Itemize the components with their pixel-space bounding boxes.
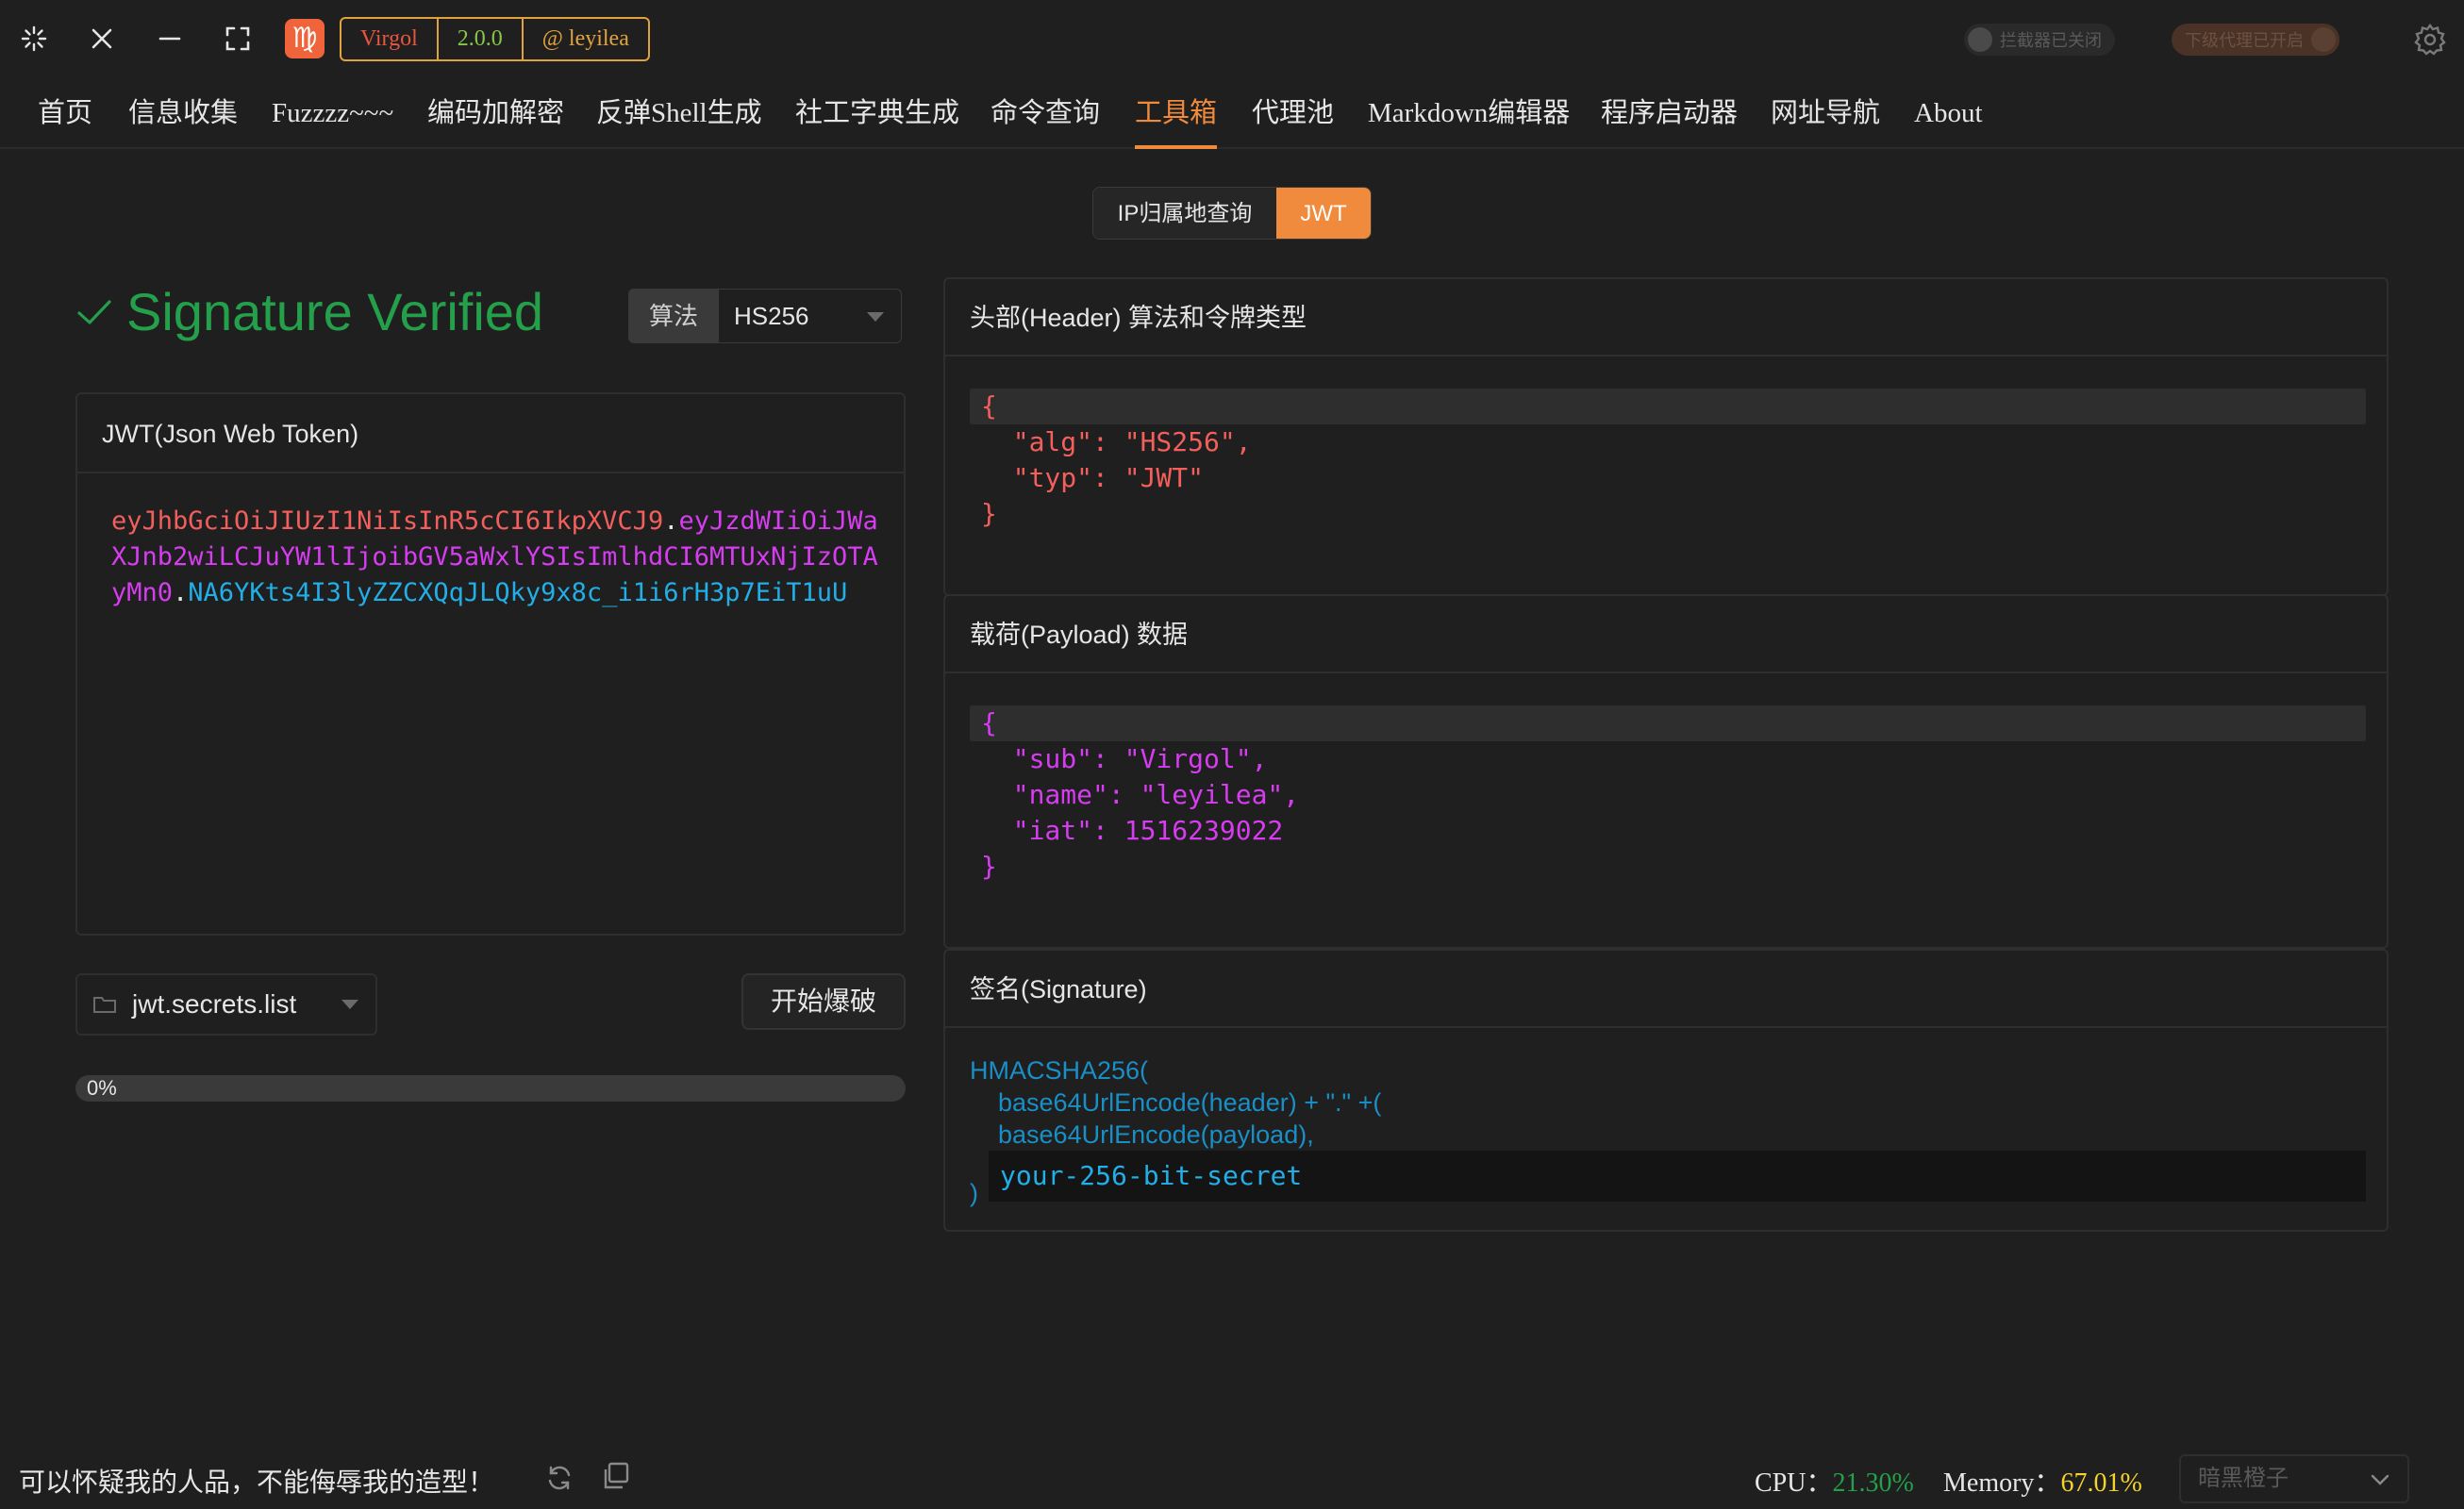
minimize-icon[interactable] <box>149 13 191 64</box>
toggle-knob <box>1968 27 1992 52</box>
json-line: } <box>981 498 997 529</box>
nav-item-encode-decode[interactable]: 编码加解密 <box>427 77 564 149</box>
status-bar: 可以怀疑我的人品，不能侮辱我的造型！ CPU：21.30% Memory：67.… <box>0 1449 2464 1509</box>
refresh-icon[interactable] <box>543 1462 575 1499</box>
jwt-token-input[interactable]: eyJhbGciOiJIUzI1NiIsInR5cCI6IkpXVCJ9.eyJ… <box>111 504 879 611</box>
signature-line-1: HMACSHA256( <box>970 1056 1149 1085</box>
downstream-proxy-toggle[interactable]: 下级代理已开启 <box>2172 24 2339 56</box>
theme-value: 暗黑橙子 <box>2198 1467 2289 1491</box>
check-icon <box>77 300 111 324</box>
cpu-usage: CPU：21.30% <box>1755 1462 1914 1500</box>
memory-label: Memory： <box>1943 1468 2061 1498</box>
app-badge: Virgol 2.0.0 @ leyilea <box>340 17 650 61</box>
json-line: { <box>970 389 2366 424</box>
nav-item-toolbox[interactable]: 工具箱 <box>1135 77 1218 149</box>
progress-label: 0% <box>87 1076 117 1100</box>
signature-formula: HMACSHA256( base64UrlEncode(header) + ".… <box>970 1054 1381 1151</box>
app-version: 2.0.0 <box>439 19 524 59</box>
jwt-token-card: JWT(Json Web Token) eyJhbGciOiJIUzI1NiIs… <box>75 392 906 936</box>
payload-json[interactable]: { "sub": "Virgol", "name": "leyilea", "i… <box>970 705 2366 885</box>
jwt-token-header: eyJhbGciOiJIUzI1NiIsInR5cCI6IkpXVCJ9 <box>111 506 664 536</box>
brute-force-progress: 0% <box>75 1075 906 1102</box>
dictionary-file-select[interactable]: jwt.secrets.list <box>75 973 377 1036</box>
nav-item-home[interactable]: 首页 <box>38 77 92 149</box>
nav-item-url-nav[interactable]: 网址导航 <box>1771 77 1880 149</box>
caret-down-icon <box>867 312 884 322</box>
dictionary-file-name: jwt.secrets.list <box>132 989 297 1019</box>
motto-text: 可以怀疑我的人品，不能侮辱我的造型！ <box>19 1468 495 1498</box>
signature-line-2: base64UrlEncode(header) + "." +( <box>998 1088 1382 1117</box>
start-brute-force-button[interactable]: 开始爆破 <box>741 973 906 1030</box>
nav-item-reverse-shell[interactable]: 反弹Shell生成 <box>596 77 762 149</box>
copy-icon[interactable] <box>600 1460 632 1497</box>
payload-card-title: 载荷(Payload) 数据 <box>945 596 2387 673</box>
cpu-label: CPU： <box>1755 1468 1833 1498</box>
tab-ip-lookup[interactable]: IP归属地查询 <box>1093 188 1276 239</box>
json-line: } <box>981 851 997 882</box>
signature-status: Signature Verified <box>75 277 543 345</box>
nav-item-info-gathering[interactable]: 信息收集 <box>128 77 238 149</box>
nav-item-social-dict[interactable]: 社工字典生成 <box>795 77 959 149</box>
signature-line-3: base64UrlEncode(payload), <box>998 1120 1314 1149</box>
nav-item-proxy-pool[interactable]: 代理池 <box>1252 77 1334 149</box>
signature-close-paren: ) <box>970 1179 978 1207</box>
algorithm-value: HS256 <box>734 302 809 330</box>
title-bar: ♍ Virgol 2.0.0 @ leyilea 拦截器已关闭 下级代理已开启 <box>0 0 2464 77</box>
jwt-header-card: 头部(Header) 算法和令牌类型 { "alg": "HS256", "ty… <box>943 277 2389 596</box>
nav-item-launcher[interactable]: 程序启动器 <box>1601 77 1738 149</box>
theme-select[interactable]: 暗黑橙子 <box>2179 1454 2409 1503</box>
json-line: "name": "leyilea", <box>981 779 1300 810</box>
jwt-signature-card: 签名(Signature) HMACSHA256( base64UrlEncod… <box>943 949 2389 1232</box>
main-nav: 首页 信息收集 Fuzzzz~~~ 编码加解密 反弹Shell生成 社工字典生成… <box>0 77 2464 149</box>
nav-item-command-lookup[interactable]: 命令查询 <box>991 77 1100 149</box>
algorithm-label: 算法 <box>628 289 719 343</box>
nav-item-fuzz[interactable]: Fuzzzz~~~ <box>272 77 393 149</box>
proxy-toggle-label: 下级代理已开启 <box>2185 31 2304 50</box>
json-line: "typ": "JWT" <box>981 462 1205 493</box>
loading-spinner-icon[interactable] <box>13 13 55 64</box>
close-icon[interactable] <box>81 13 123 64</box>
memory-usage: Memory：67.01% <box>1943 1462 2142 1500</box>
cpu-value: 21.30% <box>1832 1468 1914 1498</box>
folder-icon <box>93 997 116 1013</box>
nav-item-about[interactable]: About <box>1914 77 1983 149</box>
tab-jwt[interactable]: JWT <box>1276 188 1371 239</box>
jwt-payload-card: 载荷(Payload) 数据 { "sub": "Virgol", "name"… <box>943 594 2389 949</box>
toggle-knob <box>2311 27 2336 52</box>
app-name: Virgol <box>341 19 439 59</box>
signature-card-title: 签名(Signature) <box>945 951 2387 1028</box>
memory-value: 67.01% <box>2060 1468 2142 1498</box>
json-line: "sub": "Virgol", <box>981 743 1268 774</box>
secret-input[interactable] <box>989 1151 2366 1202</box>
header-card-title: 头部(Header) 算法和令牌类型 <box>945 279 2387 357</box>
json-line: { <box>970 705 2366 741</box>
algorithm-select[interactable]: HS256 <box>719 289 902 343</box>
app-author: @ leyilea <box>541 26 629 51</box>
caret-down-icon <box>341 1000 358 1009</box>
jwt-card-title: JWT(Json Web Token) <box>77 394 904 473</box>
signature-status-text: Signature Verified <box>126 281 544 341</box>
toolbox-tabs: IP归属地查询 JWT <box>1092 187 1372 240</box>
interceptor-toggle[interactable]: 拦截器已关闭 <box>1964 24 2115 56</box>
json-line: "iat": 1516239022 <box>981 815 1284 846</box>
chevron-down-icon <box>2371 1474 2389 1485</box>
header-json[interactable]: { "alg": "HS256", "typ": "JWT" } <box>970 389 2366 532</box>
algorithm-group: 算法 HS256 <box>628 289 902 343</box>
jwt-token-signature: NA6YKts4I3lyZZCXQqJLQky9x8c_i1i6rH3p7EiT… <box>188 578 848 607</box>
app-logo: ♍ <box>285 19 325 58</box>
nav-item-markdown-editor[interactable]: Markdown编辑器 <box>1368 77 1570 149</box>
interceptor-toggle-label: 拦截器已关闭 <box>2000 31 2102 50</box>
gear-icon[interactable] <box>2407 17 2453 62</box>
json-line: "alg": "HS256", <box>981 426 1252 457</box>
maximize-icon[interactable] <box>217 13 258 64</box>
